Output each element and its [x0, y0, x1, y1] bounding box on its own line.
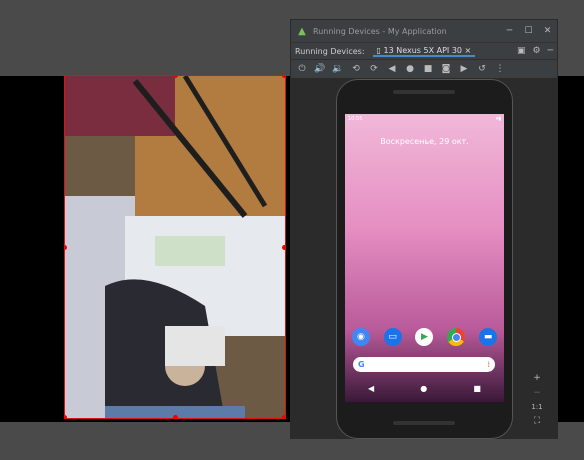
more-icon[interactable]: ⋮ [494, 64, 506, 74]
google-search-bar[interactable]: G ⁞ [353, 357, 495, 372]
resize-handle-bottom-right[interactable] [282, 415, 285, 418]
running-devices-window: ▲ Running Devices - My Application ─ ☐ ✕… [290, 19, 558, 439]
nav-back-icon[interactable]: ◀ [368, 384, 374, 393]
zoom-out-icon[interactable]: − [529, 388, 545, 398]
device-bar: Running Devices: ▯ 13 Nexus 5X API 30 × … [291, 42, 557, 59]
google-icon: G [358, 360, 365, 369]
hide-icon[interactable]: ─ [548, 46, 553, 56]
resize-handle-top-right[interactable] [282, 76, 285, 78]
volume-up-icon[interactable]: 🔊 [314, 64, 326, 74]
navigation-bar: ◀ ● ■ [345, 384, 504, 393]
minimize-button[interactable]: ─ [500, 26, 519, 36]
status-bar: 10:55 ▾▮ [345, 114, 504, 123]
messages-icon[interactable]: ▭ [383, 328, 402, 346]
camera-icon[interactable]: ◉ [351, 328, 370, 346]
app-dock: ◉ ▭ ▶ ▬ [345, 328, 504, 346]
selected-video-frame[interactable] [64, 75, 286, 419]
tab-device[interactable]: ▯ 13 Nexus 5X API 30 × [372, 45, 476, 57]
nav-recents-icon[interactable]: ■ [473, 384, 481, 393]
emulator-toolbar: ⏻ 🔊 🔉 ⟲ ⟳ ◀ ● ■ ◙ ▶ ↺ ⋮ [291, 59, 557, 78]
close-tab-icon[interactable]: × [465, 46, 472, 55]
play-store-icon[interactable]: ▶ [415, 328, 434, 346]
rotate-left-icon[interactable]: ⟲ [350, 64, 362, 74]
running-devices-label: Running Devices: [295, 46, 365, 56]
zoom-controls: + − 1:1 ⛶ [529, 373, 545, 426]
nav-home-icon[interactable]: ● [420, 384, 427, 393]
resize-handle-bottom[interactable] [173, 415, 178, 418]
device-tab-label: 13 Nexus 5X API 30 [383, 45, 463, 55]
device-canvas: 10:55 ▾▮ Воскресенье, 29 окт. ◉ ▭ ▶ ▬ G … [291, 78, 557, 439]
home-icon[interactable]: ● [404, 64, 416, 74]
title-bar: ▲ Running Devices - My Application ─ ☐ ✕ [291, 20, 557, 42]
gear-icon[interactable]: ⚙ [533, 46, 541, 56]
power-icon[interactable]: ⏻ [296, 64, 308, 74]
window-title: Running Devices - My Application [313, 26, 447, 36]
resize-handle-right[interactable] [282, 245, 285, 250]
assistant-icon[interactable]: ⁞ [487, 360, 490, 369]
status-time: 10:55 [348, 115, 363, 122]
snapshot-icon[interactable]: ↺ [476, 64, 488, 74]
maximize-button[interactable]: ☐ [519, 26, 538, 36]
phone-frame: 10:55 ▾▮ Воскресенье, 29 окт. ◉ ▭ ▶ ▬ G … [336, 79, 513, 439]
phone-icon: ▯ [376, 45, 384, 55]
resize-handle-bottom-left[interactable] [65, 415, 67, 418]
volume-down-icon[interactable]: 🔉 [332, 64, 344, 74]
back-icon[interactable]: ◀ [386, 64, 398, 74]
battery-icon: ▾▮ [495, 115, 501, 122]
chrome-icon[interactable] [447, 328, 466, 346]
top-speaker [393, 90, 455, 94]
bottom-speaker [393, 421, 455, 425]
overview-icon[interactable]: ■ [422, 64, 434, 74]
android-icon: ▲ [298, 25, 306, 37]
rotate-right-icon[interactable]: ⟳ [368, 64, 380, 74]
zoom-in-icon[interactable]: + [529, 373, 545, 383]
layout-icon[interactable]: ▣ [517, 46, 526, 56]
record-icon[interactable]: ▶ [458, 64, 470, 74]
video-frame-image [65, 76, 285, 418]
files-icon[interactable]: ▬ [479, 328, 498, 346]
actual-size-button[interactable]: 1:1 [529, 403, 545, 411]
phone-screen[interactable]: 10:55 ▾▮ Воскресенье, 29 окт. ◉ ▭ ▶ ▬ G … [345, 114, 504, 402]
screenshot-icon[interactable]: ◙ [440, 64, 452, 74]
fit-screen-icon[interactable]: ⛶ [529, 416, 545, 426]
close-button[interactable]: ✕ [538, 26, 557, 36]
date-widget[interactable]: Воскресенье, 29 окт. [345, 137, 504, 146]
